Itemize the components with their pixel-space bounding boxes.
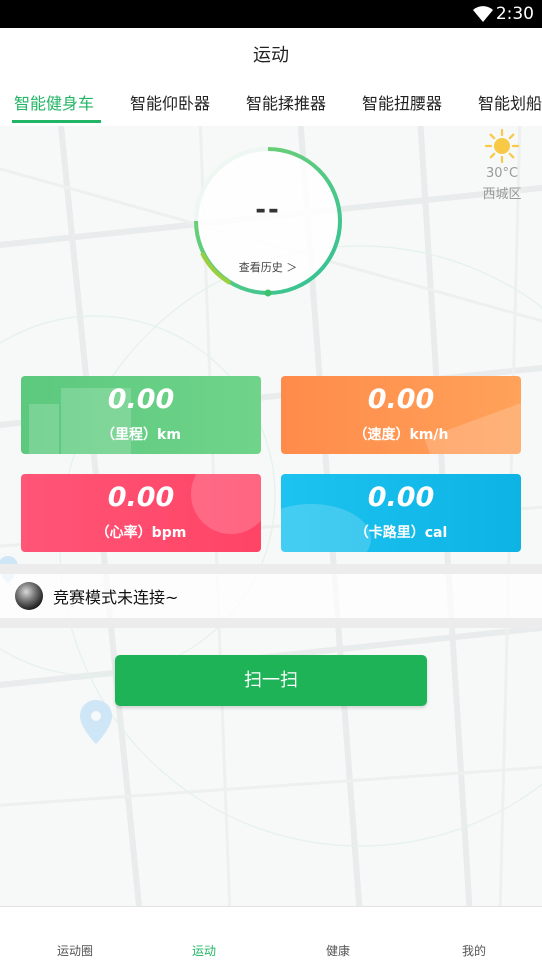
status-bar: 2:30 (0, 0, 542, 28)
calories-card: 0.00 （卡路里）cal (281, 474, 521, 552)
race-mode-row[interactable]: 竞赛模式未连接~ (0, 574, 542, 618)
distance-card: 0.00 （里程）km (21, 376, 261, 454)
divider (0, 618, 542, 628)
tab-rowing-machine[interactable]: 智能划船 (478, 90, 542, 114)
nav-profile[interactable]: 我的 (424, 942, 524, 959)
race-status-text: 竞赛模式未连接~ (53, 588, 179, 607)
device-tabs: 智能健身车 智能仰卧器 智能揉推器 智能扭腰器 智能划船 (0, 78, 542, 126)
page-title: 运动 (253, 45, 289, 66)
speed-card: 0.00 （速度）km/h (281, 376, 521, 454)
view-history-link[interactable]: 查看历史 ＞ (190, 259, 346, 275)
status-time: 2:30 (495, 4, 534, 24)
heart-rate-value: 0.00 (107, 482, 175, 513)
title-bar: 运动 (0, 28, 542, 78)
ring-value: -- (255, 195, 281, 225)
temperature: 30°C (485, 166, 519, 181)
distance-value: 0.00 (107, 384, 175, 415)
nav-sport-circle[interactable]: 运动圈 (25, 942, 125, 959)
tab-situp-device[interactable]: 智能仰卧器 (130, 90, 210, 114)
tab-waist-twister[interactable]: 智能扭腰器 (362, 90, 442, 114)
district-name: 西城区 (482, 187, 522, 202)
progress-ring[interactable]: -- 查看历史 ＞ (190, 143, 346, 299)
distance-label: （里程）km (101, 427, 181, 443)
heart-rate-card: 0.00 （心率）bpm (21, 474, 261, 552)
calories-label: （卡路里）cal (354, 525, 448, 541)
ball-icon (15, 582, 43, 610)
speed-value: 0.00 (367, 384, 435, 415)
nav-sport[interactable]: 运动 (154, 942, 254, 959)
scan-button[interactable]: 扫一扫 (115, 655, 427, 706)
wifi-icon (473, 6, 493, 22)
nav-health[interactable]: 健康 (288, 942, 388, 959)
heart-rate-label: （心率）bpm (95, 525, 187, 541)
tab-fitness-bike[interactable]: 智能健身车 (14, 90, 94, 114)
map-pin-icon (80, 700, 112, 744)
divider (0, 564, 542, 574)
tab-massage-device[interactable]: 智能揉推器 (246, 90, 326, 114)
calories-value: 0.00 (367, 482, 435, 513)
speed-label: （速度）km/h (353, 427, 449, 443)
active-tab-indicator (12, 120, 101, 123)
bottom-nav: 运动圈 运动 健康 我的 (0, 906, 542, 964)
weather-widget: 30°C 西城区 (478, 128, 526, 202)
sun-icon (484, 128, 520, 164)
